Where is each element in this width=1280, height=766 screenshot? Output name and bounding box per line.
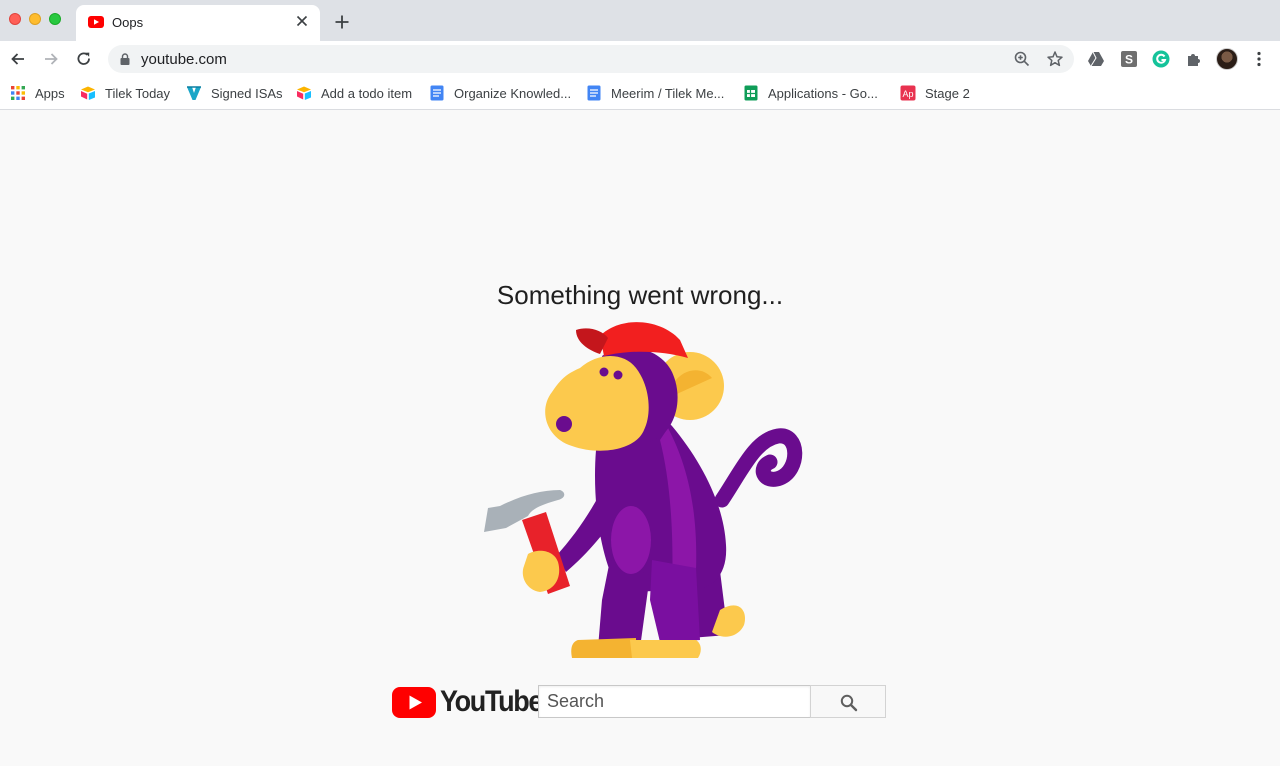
bookmark-label: Stage 2	[925, 85, 970, 101]
s-extension-icon[interactable]: S	[1120, 50, 1138, 68]
youtube-logo[interactable]: YouTube	[392, 685, 553, 718]
new-tab-icon[interactable]	[334, 14, 350, 30]
window-maximize-button[interactable]	[49, 13, 61, 25]
zoom-icon[interactable]	[1013, 50, 1031, 68]
bookmark-apps[interactable]: Apps	[10, 84, 65, 102]
back-arrow-icon[interactable]	[9, 50, 27, 68]
bookmarks-bar: Apps Tilek Today Signed ISAs Add a todo …	[0, 77, 1280, 110]
ap-icon: Ap	[900, 85, 916, 101]
bookmark-label: Add a todo item	[321, 85, 413, 101]
bookmark-organize-knowledge[interactable]: Organize Knowled...	[429, 84, 571, 102]
address-bar[interactable]: youtube.com	[108, 45, 1074, 73]
search-icon	[840, 694, 858, 712]
browser-toolbar: youtube.com S	[0, 41, 1280, 77]
window-minimize-button[interactable]	[29, 13, 41, 25]
search-button[interactable]	[810, 685, 886, 718]
svg-text:Ap: Ap	[902, 89, 913, 99]
google-docs-icon	[430, 85, 444, 101]
star-icon[interactable]	[1046, 50, 1064, 68]
tab-strip: Oops	[0, 0, 1280, 41]
bookmark-tilek-today[interactable]: Tilek Today	[80, 84, 170, 102]
svg-text:S: S	[1125, 53, 1133, 67]
more-menu-icon[interactable]	[1250, 50, 1268, 68]
window-close-button[interactable]	[9, 13, 21, 25]
forward-arrow-icon[interactable]	[42, 50, 60, 68]
grammarly-icon[interactable]	[1152, 50, 1170, 68]
reload-icon[interactable]	[75, 50, 93, 68]
bookmark-stage-2[interactable]: Ap Stage 2	[900, 84, 970, 102]
bookmark-applications[interactable]: Applications - Go...	[743, 84, 878, 102]
puzzle-icon[interactable]	[1185, 50, 1203, 68]
google-drive-icon[interactable]	[1087, 50, 1105, 68]
lock-icon[interactable]	[120, 53, 130, 65]
profile-avatar[interactable]	[1216, 48, 1238, 70]
bookmark-label: Organize Knowled...	[454, 85, 572, 101]
bookmark-add-todo[interactable]: Add a todo item	[296, 84, 412, 102]
youtube-wordmark: YouTube	[440, 685, 543, 718]
url-text[interactable]: youtube.com	[141, 51, 227, 68]
browser-tab[interactable]: Oops	[76, 5, 320, 41]
google-docs-icon	[587, 85, 601, 101]
bookmark-meerim-tilek[interactable]: Meerim / Tilek Me...	[586, 84, 724, 102]
search-box	[538, 685, 811, 718]
bookmark-label: Meerim / Tilek Me...	[611, 85, 725, 101]
apps-grid-icon	[11, 86, 25, 100]
youtube-play-icon	[392, 686, 436, 718]
youtube-icon	[88, 16, 104, 28]
monkey-illustration	[484, 322, 803, 658]
error-title: Something went wrong...	[496, 280, 784, 310]
close-tab-icon[interactable]	[294, 13, 310, 29]
bookmark-label: Applications - Go...	[768, 85, 878, 101]
bookmark-label: Apps	[35, 85, 65, 101]
tab-title: Oops	[112, 15, 144, 30]
bookmark-label: Signed ISAs	[211, 85, 283, 101]
google-sheets-icon	[744, 85, 758, 101]
bookmark-label: Tilek Today	[105, 85, 171, 101]
search-input[interactable]	[539, 686, 810, 717]
airtable-icon	[81, 86, 95, 100]
bookmark-signed-isas[interactable]: Signed ISAs	[186, 84, 283, 102]
airtable-icon	[297, 86, 311, 100]
v-logo-icon	[187, 86, 201, 100]
